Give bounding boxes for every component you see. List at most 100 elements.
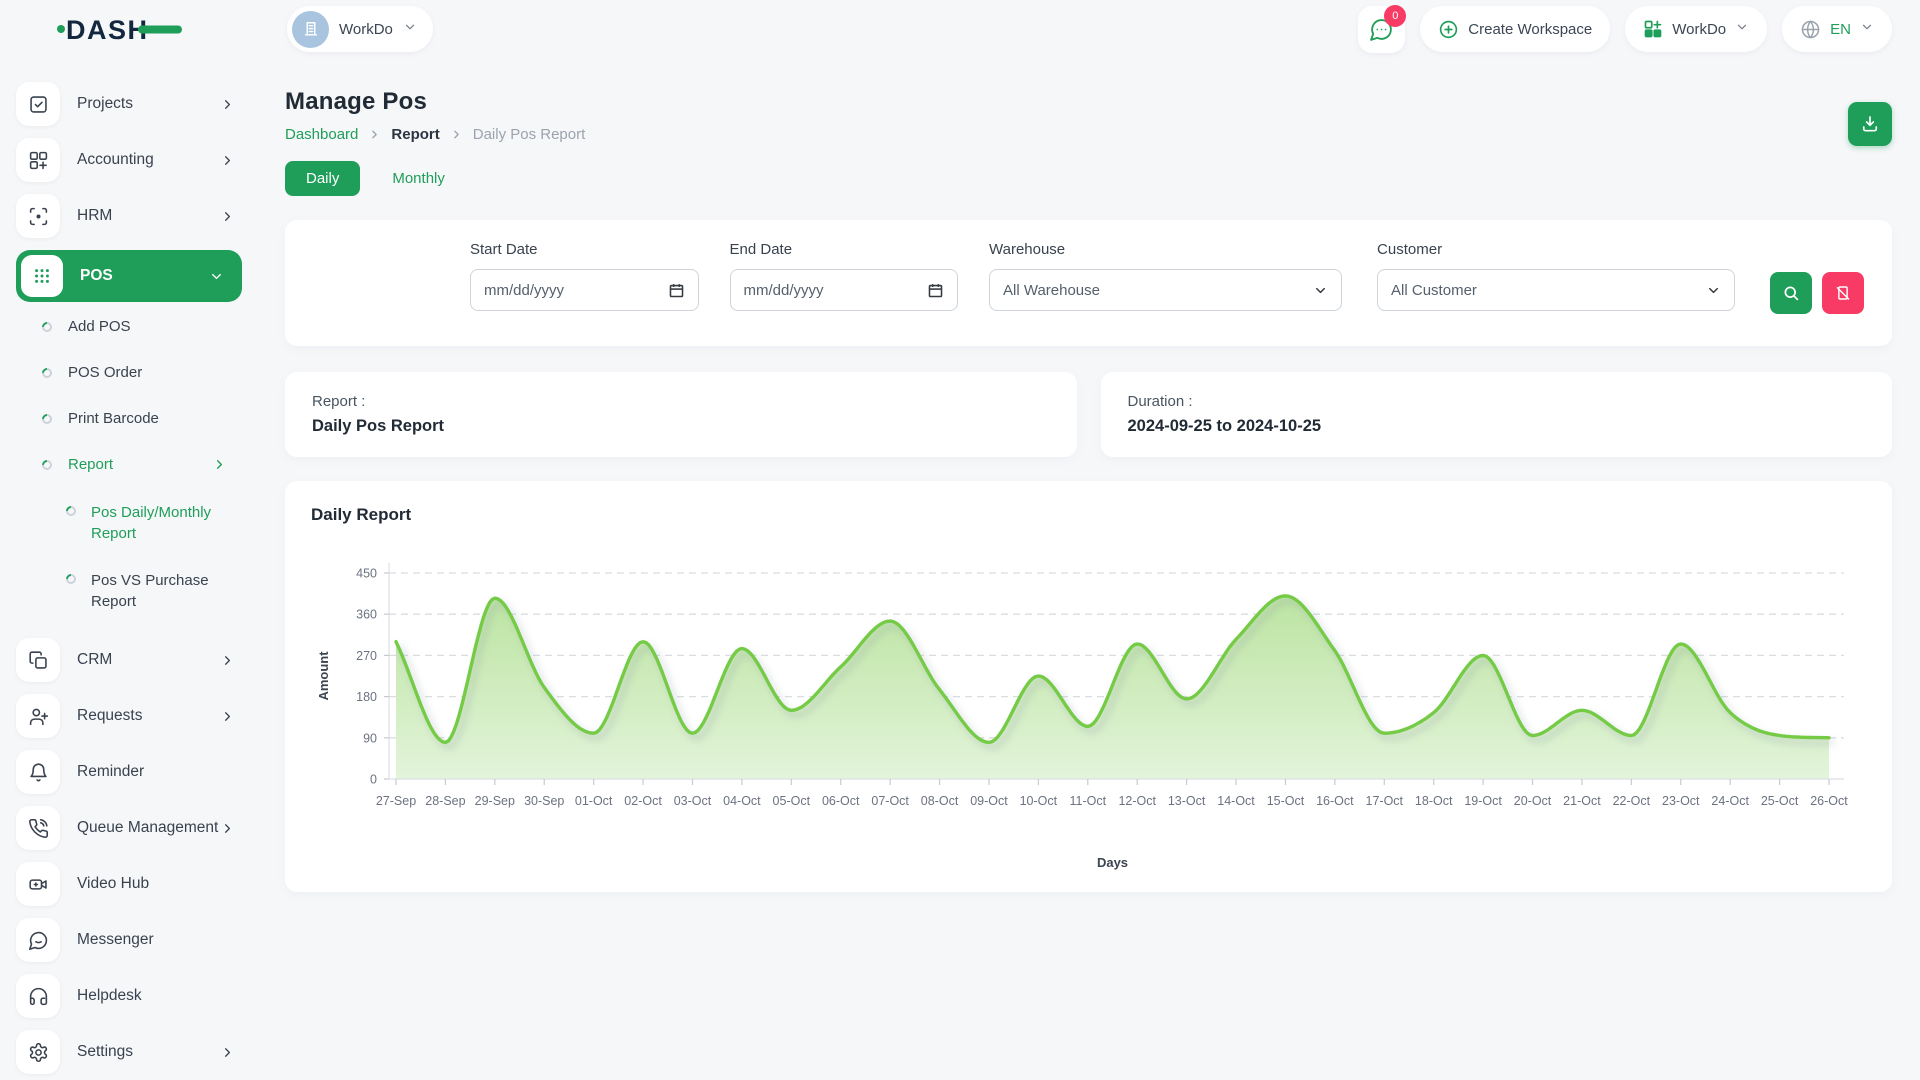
- warehouse-select[interactable]: All Warehouse: [989, 269, 1342, 311]
- create-workspace-button[interactable]: Create Workspace: [1420, 6, 1610, 52]
- breadcrumb-current: Daily Pos Report: [473, 126, 586, 143]
- svg-text:Days: Days: [1097, 855, 1128, 870]
- sidebar-item-queue-management[interactable]: Queue Management: [16, 806, 257, 850]
- breadcrumb-report-link[interactable]: Report: [391, 126, 439, 143]
- language-selector[interactable]: EN: [1782, 6, 1892, 52]
- bullet-donut-icon: [40, 457, 54, 471]
- chevron-right-icon: [220, 653, 235, 668]
- start-date-field: Start Date mm/dd/yyyy: [470, 241, 699, 311]
- messenger-chat-icon: [16, 918, 60, 962]
- messages-count-badge: 0: [1384, 5, 1406, 27]
- plus-circle-icon: [1438, 19, 1459, 40]
- end-date-field: End Date mm/dd/yyyy: [730, 241, 959, 311]
- start-date-placeholder: mm/dd/yyyy: [484, 282, 564, 299]
- svg-text:11-Oct: 11-Oct: [1069, 794, 1106, 808]
- svg-text:03-Oct: 03-Oct: [674, 794, 712, 808]
- chevron-right-icon: [220, 153, 235, 168]
- messages-button[interactable]: 0: [1358, 6, 1405, 53]
- svg-text:01-Oct: 01-Oct: [575, 794, 613, 808]
- sidebar-item-label: HRM: [77, 207, 112, 225]
- sidebar-item-label: Messenger: [77, 931, 154, 949]
- bullet-donut-icon: [40, 319, 54, 333]
- breadcrumb-dashboard-link[interactable]: Dashboard: [285, 126, 358, 143]
- chevron-right-icon: [450, 128, 463, 141]
- dash-logo-graphic: DASH: [56, 10, 184, 48]
- warehouse-label: Warehouse: [989, 241, 1342, 258]
- sidebar-item-projects[interactable]: Projects: [16, 82, 257, 126]
- svg-text:06-Oct: 06-Oct: [822, 794, 860, 808]
- globe-icon: [1800, 19, 1821, 40]
- sidebar-item-label: Projects: [77, 95, 133, 113]
- calendar-icon: [927, 282, 944, 299]
- chart-title: Daily Report: [311, 505, 1866, 525]
- tab-daily[interactable]: Daily: [285, 161, 360, 196]
- report-period-tabs: Daily Monthly: [285, 161, 1892, 196]
- workspace-menu-label: WorkDo: [1672, 21, 1726, 38]
- svg-text:04-Oct: 04-Oct: [723, 794, 761, 808]
- sidebar-item-accounting[interactable]: Accounting: [16, 138, 257, 182]
- warehouse-field: Warehouse All Warehouse: [989, 241, 1342, 311]
- start-date-input[interactable]: mm/dd/yyyy: [470, 269, 699, 311]
- warehouse-selected-value: All Warehouse: [1003, 282, 1100, 299]
- projects-checkbox-icon: [16, 82, 60, 126]
- sidebar-item-crm[interactable]: CRM: [16, 638, 257, 682]
- sidebar-subsubitem-pos-vs-purchase-report[interactable]: Pos VS Purchase Report: [66, 570, 251, 612]
- sidebar-subitem-add-pos[interactable]: Add POS: [42, 318, 257, 335]
- sidebar-item-label: Requests: [77, 707, 142, 725]
- sidebar-item-hrm[interactable]: HRM: [16, 194, 257, 238]
- sidebar-subitem-label: Report: [68, 456, 113, 473]
- chevron-down-icon: [1313, 283, 1328, 298]
- sidebar-item-video-hub[interactable]: Video Hub: [16, 862, 257, 906]
- svg-text:15-Oct: 15-Oct: [1267, 794, 1305, 808]
- svg-text:180: 180: [356, 690, 377, 704]
- daily-report-chart-card: Daily Report 09018027036045027-Sep28-Sep…: [285, 481, 1892, 892]
- breadcrumb: Dashboard Report Daily Pos Report: [285, 126, 1892, 143]
- sidebar-item-settings[interactable]: Settings: [16, 1030, 257, 1074]
- svg-text:08-Oct: 08-Oct: [921, 794, 959, 808]
- svg-text:360: 360: [356, 608, 377, 622]
- end-date-placeholder: mm/dd/yyyy: [744, 282, 824, 299]
- reset-filter-icon: [1834, 284, 1852, 302]
- workspace-menu-button[interactable]: WorkDo: [1625, 6, 1767, 52]
- workspace-selector[interactable]: WorkDo: [287, 6, 433, 52]
- video-camera-icon: [16, 862, 60, 906]
- report-label: Report :: [312, 393, 1050, 410]
- sidebar-item-helpdesk[interactable]: Helpdesk: [16, 974, 257, 1018]
- app-root: DASH WorkDo 0: [0, 0, 1920, 1080]
- sidebar-subitem-print-barcode[interactable]: Print Barcode: [42, 410, 257, 427]
- sidebar-item-pos[interactable]: POS: [16, 250, 242, 302]
- chevron-down-icon: [209, 269, 224, 284]
- customer-label: Customer: [1377, 241, 1735, 258]
- svg-text:270: 270: [356, 649, 377, 663]
- tab-monthly[interactable]: Monthly: [374, 161, 463, 196]
- top-bar: DASH WorkDo 0: [0, 0, 1920, 58]
- sidebar-item-reminder[interactable]: Reminder: [16, 750, 257, 794]
- sidebar-subitem-report[interactable]: Report: [42, 456, 257, 473]
- brand-logo[interactable]: DASH: [0, 10, 257, 48]
- sidebar-subitem-pos-order[interactable]: POS Order: [42, 364, 257, 381]
- chevron-right-icon: [220, 209, 235, 224]
- customer-select[interactable]: All Customer: [1377, 269, 1735, 311]
- svg-text:21-Oct: 21-Oct: [1563, 794, 1601, 808]
- svg-text:90: 90: [363, 731, 377, 745]
- download-icon: [1860, 114, 1880, 134]
- main-content: Manage Pos Dashboard Report Daily Pos Re…: [257, 58, 1920, 1080]
- reminder-bell-icon: [16, 750, 60, 794]
- end-date-label: End Date: [730, 241, 959, 258]
- bullet-donut-icon: [64, 504, 78, 518]
- svg-text:14-Oct: 14-Oct: [1217, 794, 1255, 808]
- page-title: Manage Pos: [285, 88, 1892, 116]
- svg-text:26-Oct: 26-Oct: [1810, 794, 1848, 808]
- sidebar-item-label: CRM: [77, 651, 112, 669]
- sidebar-item-label: Accounting: [77, 151, 154, 169]
- reset-filter-button[interactable]: [1822, 272, 1864, 314]
- sidebar-item-requests[interactable]: Requests: [16, 694, 257, 738]
- requests-user-plus-icon: [16, 694, 60, 738]
- svg-text:23-Oct: 23-Oct: [1662, 794, 1700, 808]
- end-date-input[interactable]: mm/dd/yyyy: [730, 269, 959, 311]
- sidebar-item-messenger[interactable]: Messenger: [16, 918, 257, 962]
- apply-filter-button[interactable]: [1770, 272, 1812, 314]
- sidebar-subsubitem-pos-daily-monthly-report[interactable]: Pos Daily/Monthly Report: [66, 502, 251, 544]
- download-report-button[interactable]: [1848, 102, 1892, 146]
- language-code: EN: [1830, 21, 1851, 38]
